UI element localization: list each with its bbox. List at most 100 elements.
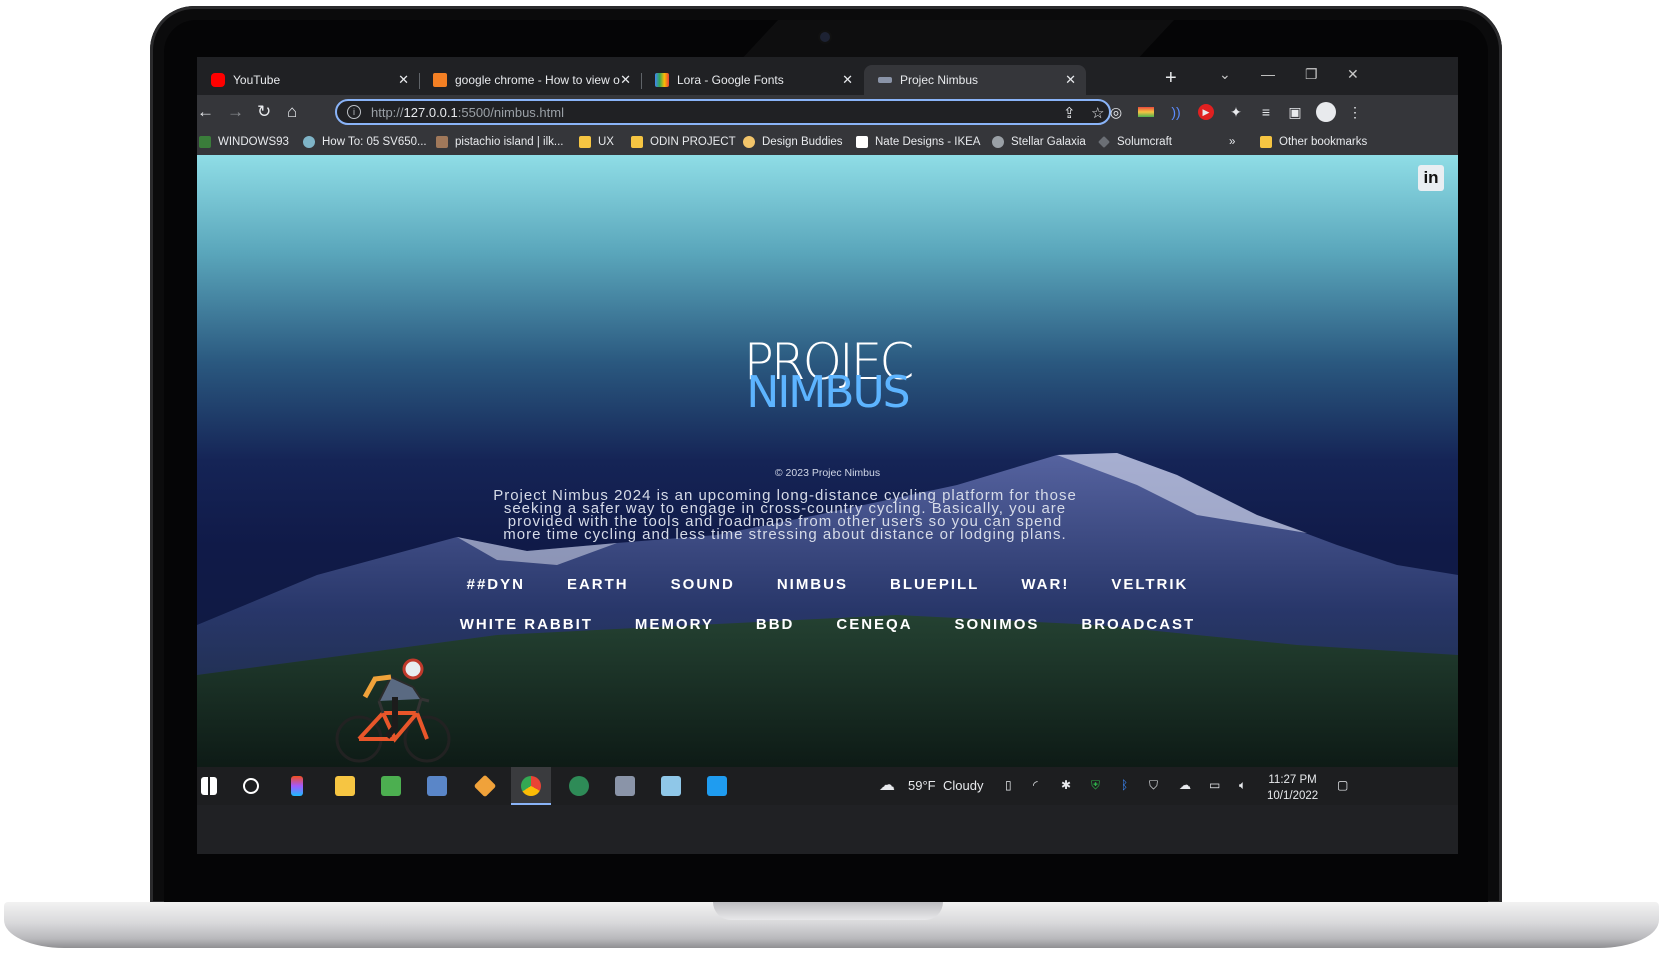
extensions-puzzle-icon[interactable]: ✦ <box>1228 104 1244 120</box>
other-bookmarks[interactable]: Other bookmarks <box>1260 136 1367 148</box>
nav-link-war[interactable]: WAR! <box>1021 576 1069 593</box>
nav-link-nimbus[interactable]: NIMBUS <box>777 576 848 593</box>
share-icon[interactable]: ⇪ <box>1063 104 1076 122</box>
nav-link-broadcast[interactable]: BROADCAST <box>1081 616 1195 633</box>
project-nav-row-2: WHITE RABBIT MEMORY BBD CENEQA SONIMOS B… <box>197 616 1458 633</box>
bike-icon <box>303 136 315 148</box>
onedrive-icon[interactable]: ☁ <box>1179 778 1191 792</box>
sheets-app-icon[interactable] <box>381 776 401 796</box>
bookmark-item[interactable]: WINDOWS93 <box>199 136 289 148</box>
defender-icon[interactable]: ⛉ <box>1149 778 1158 793</box>
nav-link-ceneqa[interactable]: CENEQA <box>836 616 912 633</box>
nav-link-dyn[interactable]: ##DYN <box>467 576 525 593</box>
incognito-extension-icon[interactable]: ◎ <box>1108 104 1124 120</box>
home-icon[interactable]: ⌂ <box>287 102 297 122</box>
weather-cloud-icon: ☁ <box>879 777 895 794</box>
new-tab-button[interactable]: + <box>1165 67 1177 90</box>
tab-google-fonts[interactable]: Lora - Google Fonts ✕ <box>641 65 863 95</box>
bookmark-folder[interactable]: ODIN PROJECT <box>631 136 736 148</box>
bluetooth-icon[interactable]: ᛒ <box>1121 778 1128 792</box>
forward-icon[interactable]: → <box>227 102 244 122</box>
tab-title: Lora - Google Fonts <box>677 73 784 87</box>
nav-link-sound[interactable]: SOUND <box>671 576 735 593</box>
bookmark-star-icon[interactable]: ☆ <box>1091 104 1104 122</box>
notes-app-icon[interactable] <box>661 776 681 796</box>
bookmark-item[interactable]: Nate Designs - IKEA <box>856 136 980 148</box>
usb-icon[interactable]: ▯ <box>1005 778 1012 792</box>
bookmarks-overflow-button[interactable]: » <box>1229 136 1235 148</box>
git-app-icon[interactable] <box>473 774 497 798</box>
nav-link-bbd[interactable]: BBD <box>756 616 795 633</box>
nav-link-white-rabbit[interactable]: WHITE RABBIT <box>460 616 593 633</box>
reading-list-icon[interactable]: ≡ <box>1258 104 1274 120</box>
windows-taskbar: ☁ 59°F Cloudy ▯ ◜ ✱ ⛨ ᛒ ⛉ ☁ ▭ 🔈︎ 11:27 P… <box>197 767 1458 805</box>
address-bar[interactable]: i http://127.0.0.1:5500/nimbus.html ⇪ ☆ <box>335 99 1111 125</box>
record-extension-icon[interactable]: ▶ <box>1198 104 1214 120</box>
close-window-icon[interactable]: ✕ <box>1347 66 1359 83</box>
back-icon[interactable]: ← <box>197 102 214 122</box>
tab-title: Projec Nimbus <box>900 73 979 87</box>
webcam-icon <box>820 32 830 42</box>
security-shield-icon[interactable]: ⛨ <box>1091 778 1100 793</box>
project-nav-row-1: ##DYN EARTH SOUND NIMBUS BLUEPILL WAR! V… <box>197 576 1458 593</box>
restore-icon[interactable]: ❐ <box>1305 66 1318 83</box>
notifications-icon[interactable]: ▢ <box>1337 778 1348 792</box>
close-icon[interactable]: ✕ <box>620 72 631 88</box>
folder-icon <box>579 136 591 148</box>
3d-box-icon[interactable] <box>615 776 635 796</box>
nav-link-veltrik[interactable]: VELTRIK <box>1111 576 1188 593</box>
bookmark-item[interactable]: Solumcraft <box>1098 136 1172 148</box>
bookmark-item[interactable]: Stellar Galaxia <box>992 136 1086 148</box>
tab-search-icon[interactable]: ⌄ <box>1219 66 1231 83</box>
youtube-icon <box>211 73 225 87</box>
nav-link-bluepill[interactable]: BLUEPILL <box>890 576 979 593</box>
clock-time: 11:27 PM <box>1268 774 1317 786</box>
reload-icon[interactable]: ↻ <box>257 102 271 122</box>
copyright-text: © 2023 Projec Nimbus <box>774 467 881 479</box>
windows-start-icon[interactable] <box>201 777 217 795</box>
tab-title: google chrome - How to view or <box>455 73 620 87</box>
tab-youtube[interactable]: YouTube ✕ <box>197 65 419 95</box>
figma-icon[interactable] <box>291 776 303 796</box>
volume-icon[interactable]: 🔈︎ <box>1239 778 1246 793</box>
close-icon[interactable]: ✕ <box>398 72 409 88</box>
bookmark-item[interactable]: pistachio island | ilk... <box>436 136 563 148</box>
system-clock[interactable]: 11:27 PM 10/1/2022 <box>1267 772 1318 804</box>
windows93-icon <box>199 136 211 148</box>
nav-link-earth[interactable]: EARTH <box>567 576 629 593</box>
file-explorer-icon[interactable] <box>335 776 355 796</box>
battery-icon[interactable]: ▭ <box>1209 778 1220 792</box>
slack-icon[interactable]: ✱ <box>1061 778 1071 792</box>
search-icon[interactable] <box>243 778 259 794</box>
colorzilla-extension-icon[interactable] <box>1138 107 1154 117</box>
minimize-icon[interactable]: — <box>1261 66 1275 82</box>
profile-avatar[interactable] <box>1316 102 1336 122</box>
folder-icon <box>1260 136 1272 148</box>
bookmark-folder[interactable]: UX <box>579 136 614 148</box>
network-icon[interactable]: ◜ <box>1033 778 1038 792</box>
nav-link-sonimos[interactable]: SONIMOS <box>955 616 1040 633</box>
globe-icon <box>992 136 1004 148</box>
nav-link-memory[interactable]: MEMORY <box>635 616 714 633</box>
description-text: Project Nimbus 2024 is an upcoming long-… <box>493 487 1077 543</box>
screen: YouTube ✕ google chrome - How to view or… <box>197 57 1458 854</box>
close-icon[interactable]: ✕ <box>1065 72 1076 88</box>
tab-stackoverflow[interactable]: google chrome - How to view or ✕ <box>419 65 641 95</box>
bookmark-item[interactable]: How To: 05 SV650... <box>303 136 427 148</box>
tree-app-icon[interactable] <box>569 776 589 796</box>
weather-desc[interactable]: Cloudy <box>943 778 983 793</box>
linkedin-icon[interactable]: in <box>1418 165 1444 191</box>
weather-temp[interactable]: 59°F <box>908 778 936 793</box>
tab-projec-nimbus[interactable]: Projec Nimbus ✕ <box>864 65 1086 95</box>
vscode-icon[interactable] <box>707 776 727 796</box>
voice-extension-icon[interactable]: )) <box>1168 104 1184 120</box>
bookmark-item[interactable]: Design Buddies <box>743 136 843 148</box>
close-icon[interactable]: ✕ <box>842 72 853 88</box>
info-icon[interactable]: i <box>347 105 361 119</box>
nate-icon <box>856 136 868 148</box>
menu-kebab-icon[interactable]: ⋮ <box>1347 104 1363 120</box>
network-app-icon[interactable] <box>427 776 447 796</box>
side-panel-icon[interactable]: ▣ <box>1287 104 1303 120</box>
bookmarks-bar: WINDOWS93 How To: 05 SV650... pistachio … <box>197 131 1458 156</box>
chrome-icon[interactable] <box>521 776 541 796</box>
